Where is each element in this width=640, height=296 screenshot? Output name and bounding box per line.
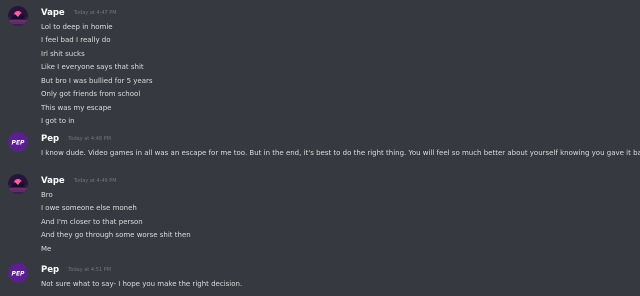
vape-avatar[interactable] (8, 6, 28, 26)
author-name[interactable]: Pep (41, 265, 59, 275)
message-line: This was my escape (41, 103, 112, 112)
message-line: Bro (41, 191, 53, 199)
message-header: Vape Today at 4:47 PM (41, 6, 117, 20)
message-line: Like I everyone says that shit (41, 63, 144, 72)
message-line: I got to in (41, 117, 75, 126)
author-name[interactable]: Pep (41, 134, 59, 144)
pep-avatar-label: PEP (12, 139, 25, 146)
pep-avatar-image: PEP (8, 132, 28, 152)
chat-message-list: Vape Today at 4:47 PM Lol to deep in hom… (0, 0, 640, 296)
message-lines: Lol to deep in homie I feel bad I really… (41, 21, 153, 129)
message-timestamp: Today at 4:51 PM (68, 267, 111, 273)
message-line: I feel bad I really do (41, 36, 111, 45)
message-header: Pep Today at 4:51 PM (41, 263, 111, 277)
message-line: Irl shit sucks (41, 49, 85, 58)
pep-avatar[interactable]: PEP (8, 132, 28, 152)
author-name[interactable]: Vape (41, 8, 65, 18)
message-line: I owe someone else moneh (41, 204, 137, 213)
author-name[interactable]: Vape (41, 176, 65, 186)
message-lines: Bro I owe someone else moneh And I'm clo… (41, 189, 191, 256)
vape-avatar-image (8, 6, 28, 26)
pep-avatar[interactable]: PEP (8, 263, 28, 283)
vape-avatar[interactable] (8, 174, 28, 194)
message-header: Vape Today at 4:49 PM (41, 174, 117, 188)
pep-avatar-label: PEP (12, 270, 25, 277)
message-header: Pep Today at 4:48 PM (41, 132, 111, 146)
message-timestamp: Today at 4:49 PM (73, 178, 117, 184)
message-line: But bro I was bullied for 5 years (41, 76, 153, 85)
message-line: Not sure what to say- I hope you make th… (41, 280, 243, 288)
message-timestamp: Today at 4:47 PM (73, 10, 117, 16)
message-line: And I'm closer to that person (41, 217, 143, 226)
message-line: And they go through some worse shit then (41, 231, 191, 240)
message-line: Me (41, 244, 52, 253)
message-lines: Not sure what to say- I hope you make th… (41, 278, 242, 291)
message-line: Only got friends from school (41, 90, 141, 99)
message-line: I know dude. Video games in all was an e… (41, 149, 640, 157)
message-timestamp: Today at 4:48 PM (68, 136, 111, 142)
message-line: Lol to deep in homie (41, 23, 113, 31)
vape-avatar-image (8, 174, 28, 194)
message-lines: I know dude. Video games in all was an e… (41, 147, 640, 160)
pep-avatar-image: PEP (8, 263, 28, 283)
